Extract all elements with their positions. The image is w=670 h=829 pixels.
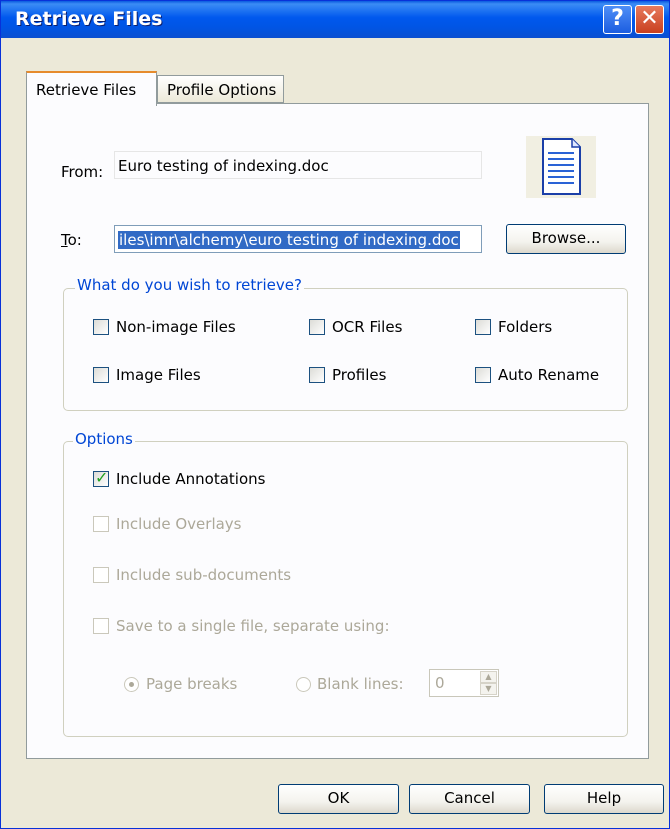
- help-button[interactable]: Help: [544, 784, 664, 814]
- window-title: Retrieve Files: [15, 8, 163, 30]
- checkmark-icon: ✓: [95, 468, 109, 487]
- close-title-button[interactable]: ✕: [635, 5, 664, 34]
- from-field: Euro testing of indexing.doc: [114, 151, 482, 179]
- from-label: From:: [61, 163, 104, 181]
- help-label: Help: [586, 789, 622, 807]
- cancel-label: Cancel: [444, 789, 495, 807]
- include-subdocs-checkbox: [93, 567, 109, 583]
- tab-profile-options[interactable]: Profile Options: [157, 75, 284, 103]
- image-files-label[interactable]: Image Files: [116, 366, 201, 384]
- non-image-files-checkbox[interactable]: [93, 319, 109, 335]
- document-icon: [526, 136, 596, 198]
- auto-rename-checkbox[interactable]: [475, 367, 491, 383]
- tab-retrieve-files[interactable]: Retrieve Files: [26, 71, 157, 106]
- include-subdocs-label: Include sub-documents: [116, 566, 292, 584]
- ocr-files-checkbox[interactable]: [309, 319, 325, 335]
- title-bar[interactable]: Retrieve Files ? ✕: [1, 1, 669, 38]
- image-files-checkbox[interactable]: [93, 367, 109, 383]
- include-annotations-label[interactable]: Include Annotations: [116, 470, 265, 488]
- blank-lines-value: 0: [435, 674, 445, 692]
- ok-label: OK: [327, 789, 350, 807]
- retrieve-group: [63, 288, 628, 411]
- folders-checkbox[interactable]: [475, 319, 491, 335]
- radio-dot-icon: [129, 682, 134, 687]
- include-annotations-checkbox[interactable]: ✓: [93, 468, 109, 487]
- save-single-file-label: Save to a single file, separate using:: [116, 617, 390, 635]
- blank-lines-label: Blank lines:: [317, 675, 404, 693]
- to-value: iles\imr\alchemy\euro testing of indexin…: [118, 231, 460, 249]
- retrieve-group-title: What do you wish to retrieve?: [75, 276, 304, 294]
- browse-button[interactable]: Browse...: [506, 224, 626, 254]
- cancel-button[interactable]: Cancel: [409, 784, 530, 814]
- from-value: Euro testing of indexing.doc: [118, 157, 329, 175]
- page-breaks-label: Page breaks: [146, 675, 238, 693]
- to-field[interactable]: iles\imr\alchemy\euro testing of indexin…: [114, 225, 482, 253]
- page-breaks-radio: [124, 677, 139, 692]
- tab-label: Retrieve Files: [36, 81, 137, 99]
- to-label: To:: [61, 231, 82, 249]
- folders-label[interactable]: Folders: [498, 318, 552, 336]
- ok-button[interactable]: OK: [278, 784, 399, 814]
- help-title-button[interactable]: ?: [603, 5, 632, 34]
- spin-up-icon: ▲: [480, 671, 497, 683]
- close-icon: ✕: [640, 6, 659, 31]
- include-overlays-label: Include Overlays: [116, 515, 242, 533]
- auto-rename-label[interactable]: Auto Rename: [498, 366, 599, 384]
- options-group-title: Options: [73, 430, 135, 448]
- blank-lines-radio: [296, 677, 311, 692]
- tab-label: Profile Options: [167, 81, 277, 99]
- browse-label: Browse...: [531, 229, 601, 247]
- save-single-file-checkbox: [93, 618, 109, 634]
- spin-down-icon: ▼: [480, 683, 497, 695]
- blank-lines-spinner: 0 ▲ ▼: [429, 669, 499, 697]
- profiles-checkbox[interactable]: [309, 367, 325, 383]
- retrieve-files-dialog: Retrieve Files ? ✕ Retrieve Files Profil…: [0, 0, 670, 829]
- ocr-files-label[interactable]: OCR Files: [332, 318, 402, 336]
- help-icon: ?: [611, 6, 624, 31]
- non-image-files-label[interactable]: Non-image Files: [116, 318, 236, 336]
- profiles-label[interactable]: Profiles: [332, 366, 386, 384]
- include-overlays-checkbox: [93, 516, 109, 532]
